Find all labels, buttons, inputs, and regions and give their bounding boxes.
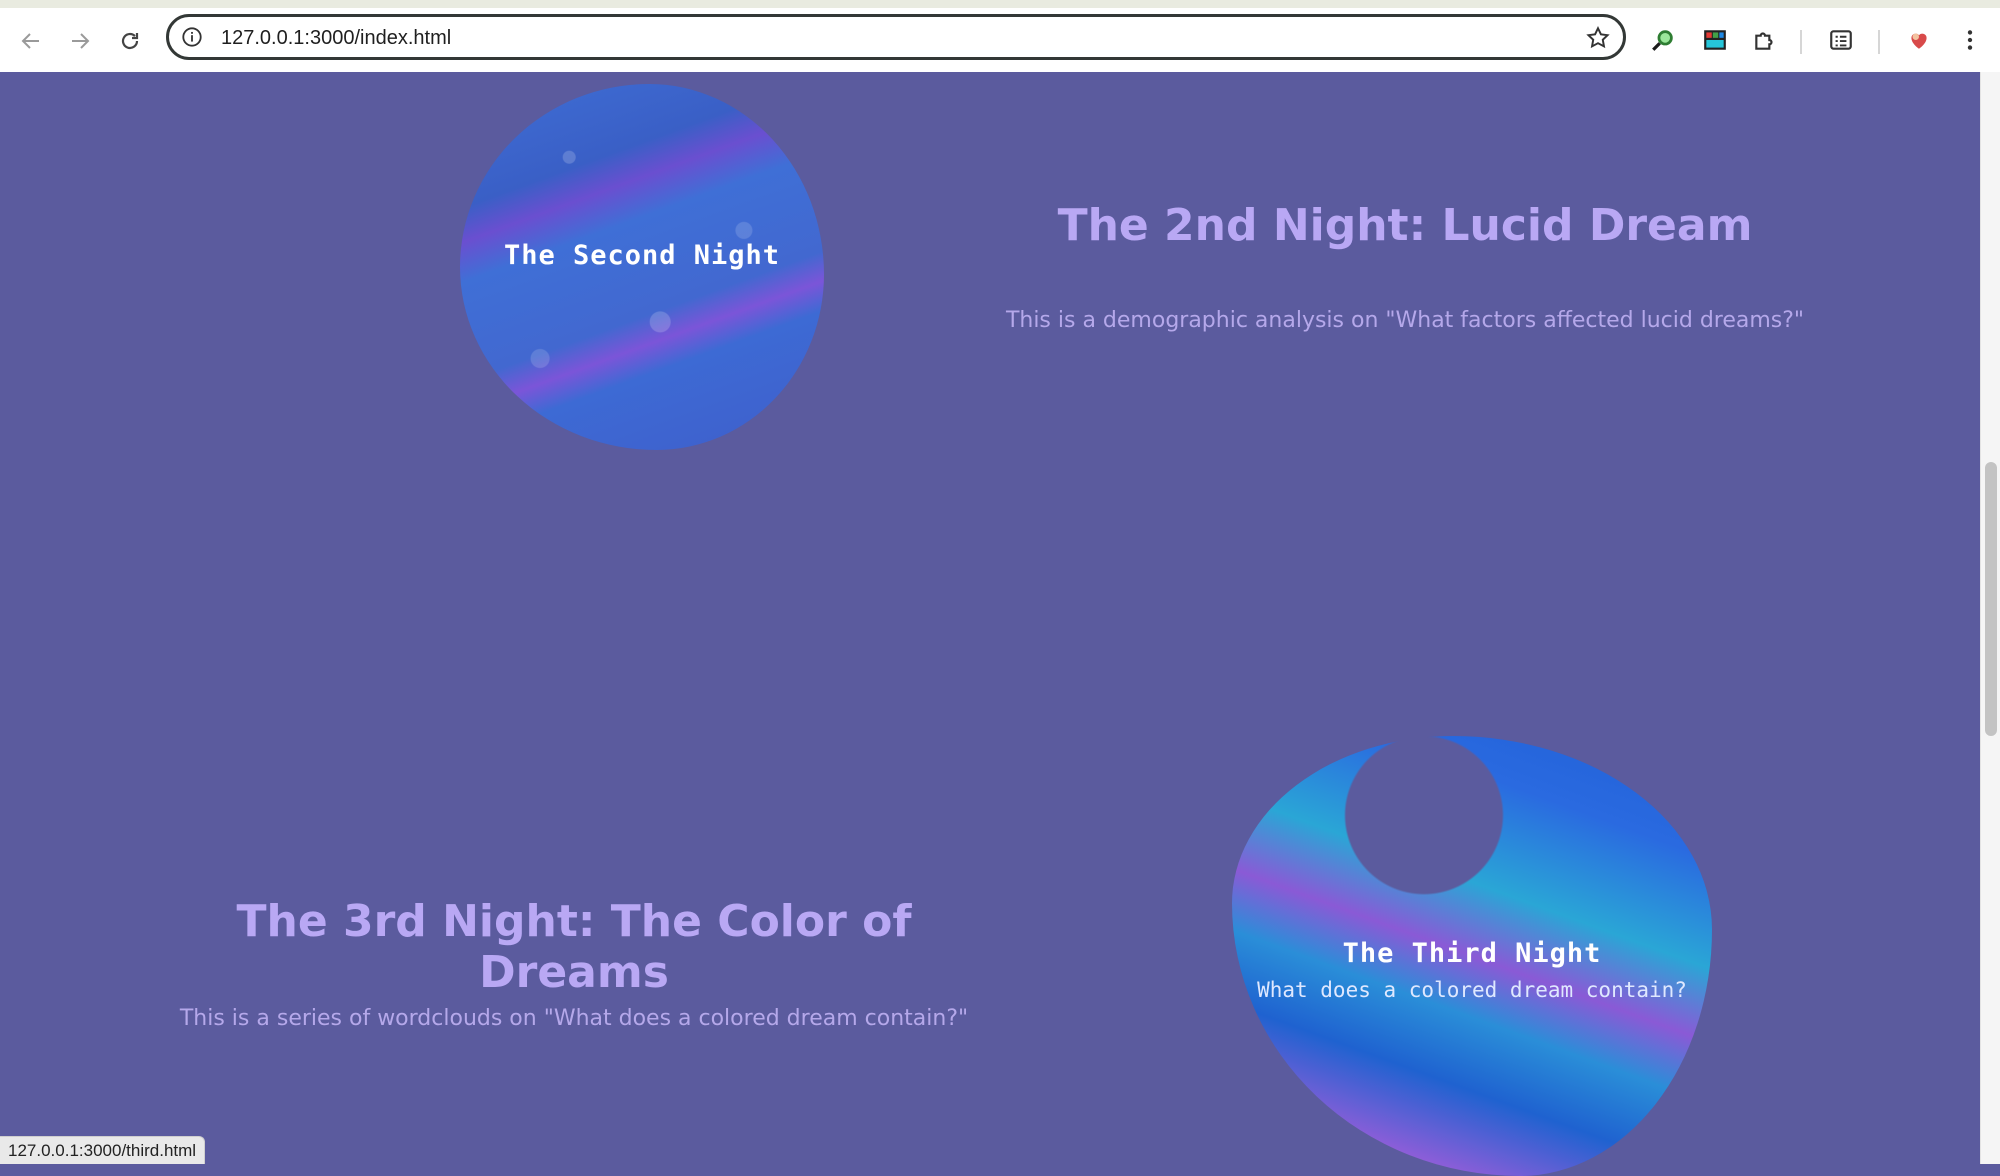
third-night-blob-title[interactable]: The Third Night [1200, 938, 1744, 969]
arrow-left-icon [21, 33, 39, 49]
reload-button[interactable] [113, 24, 147, 58]
third-night-blob-subtitle[interactable]: What does a colored dream contain? [1200, 978, 1744, 1002]
link-status-bar: 127.0.0.1:3000/third.html [0, 1136, 206, 1164]
second-night-blob-title[interactable]: The Second Night [460, 240, 824, 271]
third-night-description: This is a series of wordclouds on "What … [179, 1006, 969, 1031]
bookmark-star-icon[interactable] [1585, 25, 1611, 51]
info-icon[interactable] [181, 26, 203, 48]
reading-list-icon[interactable] [1826, 25, 1856, 55]
profile-avatar[interactable] [1904, 25, 1934, 55]
browser-toolbar: 127.0.0.1:3000/index.html [0, 0, 2000, 72]
search-extension-icon[interactable] [1648, 25, 1678, 55]
reload-icon [121, 32, 139, 50]
second-night-description: This is a demographic analysis on "What … [1005, 308, 1805, 333]
scrollbar-thumb[interactable] [1985, 462, 1997, 736]
forward-button[interactable] [63, 24, 97, 58]
toolbar-divider [1878, 30, 1880, 54]
back-button[interactable] [14, 24, 48, 58]
url-text[interactable]: 127.0.0.1:3000/index.html [221, 25, 451, 51]
arrow-right-icon [72, 33, 90, 49]
third-night-heading: The 3rd Night: The Color of Dreams [236, 896, 912, 998]
toolbar-divider [1800, 30, 1802, 54]
address-bar[interactable]: 127.0.0.1:3000/index.html [166, 14, 1626, 60]
colorpicker-extension-icon[interactable] [1700, 25, 1730, 55]
second-night-heading: The 2nd Night: Lucid Dream [1057, 200, 1753, 251]
menu-kebab-icon[interactable] [1955, 25, 1985, 55]
extensions-puzzle-icon[interactable] [1750, 25, 1780, 55]
